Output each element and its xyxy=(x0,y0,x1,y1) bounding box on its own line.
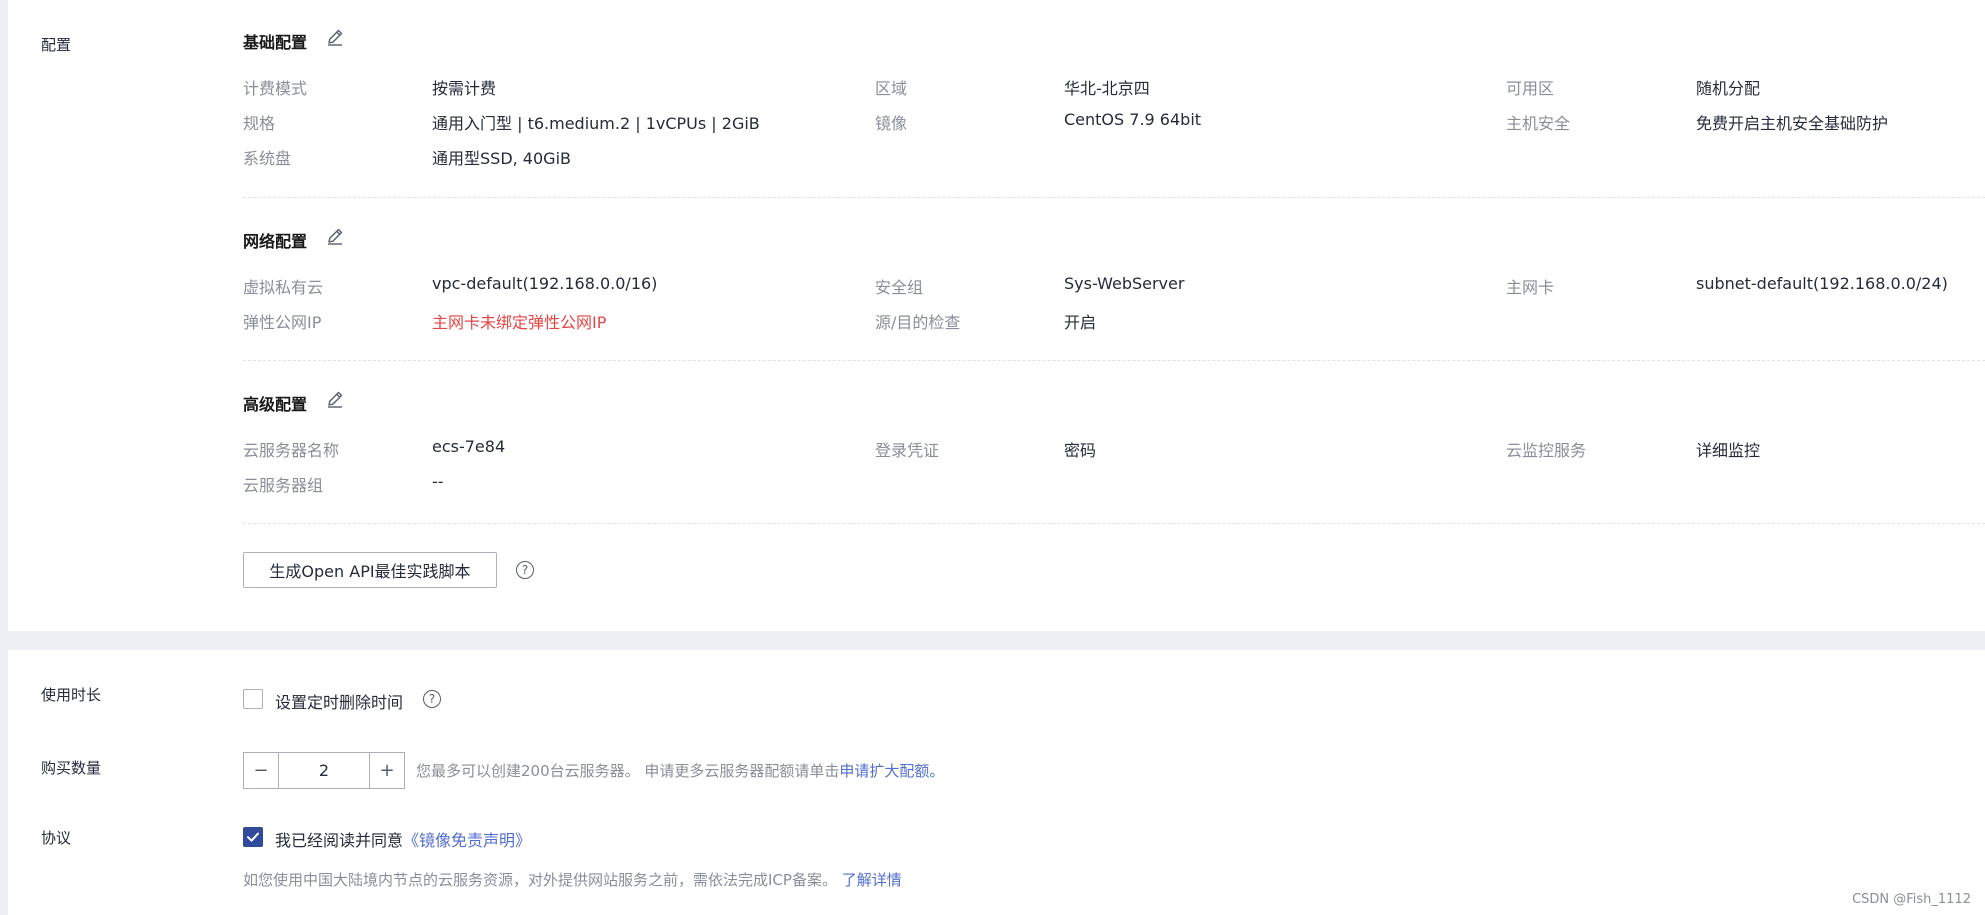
vpc-label: 虚拟私有云 xyxy=(243,278,324,297)
agreement-statement[interactable]: 我已经阅读并同意 xyxy=(275,831,403,850)
region-value: 华北-北京四 xyxy=(1064,79,1150,98)
duration-label: 使用时长 xyxy=(41,686,102,704)
security-group-label: 安全组 xyxy=(875,278,924,297)
hss-label: 主机安全 xyxy=(1506,114,1571,133)
scheduled-delete-checkbox[interactable] xyxy=(243,689,263,709)
icp-note-text: 如您使用中国大陆境内节点的云服务资源，对外提供网站服务之前，需依法完成ICP备案… xyxy=(243,871,837,889)
login-credential-value: 密码 xyxy=(1064,441,1097,460)
src-dst-check-label: 源/目的检查 xyxy=(875,313,961,332)
icp-note: 如您使用中国大陆境内节点的云服务资源，对外提供网站服务之前，需依法完成ICP备案… xyxy=(243,869,902,890)
config-side-label: 配置 xyxy=(41,36,72,54)
az-label: 可用区 xyxy=(1506,79,1555,98)
system-disk-value: 通用型SSD, 40GiB xyxy=(432,149,571,168)
quantity-label: 购买数量 xyxy=(41,759,102,777)
flavor-value: 通用入门型 | t6.medium.2 | 1vCPUs | 2GiB xyxy=(432,114,760,133)
api-help-icon[interactable]: ? xyxy=(516,561,534,579)
advanced-config-title: 高级配置 xyxy=(243,395,308,414)
agreement-label: 协议 xyxy=(41,829,72,847)
duration-help-icon[interactable]: ? xyxy=(423,690,441,708)
decrease-button[interactable]: − xyxy=(244,753,279,788)
edit-basic-icon[interactable] xyxy=(325,27,345,47)
increase-button[interactable]: + xyxy=(369,753,404,788)
src-dst-check-value: 开启 xyxy=(1064,313,1097,332)
billing-mode-label: 计费模式 xyxy=(243,79,308,98)
login-credential-label: 登录凭证 xyxy=(875,441,940,460)
vpc-value: vpc-default(192.168.0.0/16) xyxy=(432,274,658,293)
quantity-input[interactable] xyxy=(279,753,369,788)
section-divider xyxy=(243,360,1985,361)
az-value: 随机分配 xyxy=(1696,79,1761,98)
image-value: CentOS 7.9 64bit xyxy=(1064,110,1202,129)
section-divider xyxy=(243,523,1985,524)
cloud-monitor-label: 云监控服务 xyxy=(1506,441,1587,460)
flavor-label: 规格 xyxy=(243,114,276,133)
primary-nic-value: subnet-default(192.168.0.0/24) xyxy=(1696,274,1948,293)
billing-mode-value: 按需计费 xyxy=(432,79,497,98)
region-label: 区域 xyxy=(875,79,908,98)
system-disk-label: 系统盘 xyxy=(243,149,292,168)
scheduled-delete-label[interactable]: 设置定时删除时间 xyxy=(275,689,403,713)
quantity-hint-end: 。 xyxy=(929,762,945,780)
quantity-hint: 您最多可以创建200台云服务器。 申请更多云服务器配额请单击申请扩大配额。 xyxy=(416,760,944,781)
image-disclaimer-link[interactable]: 《镜像免责声明》 xyxy=(403,831,531,850)
security-group-value: Sys-WebServer xyxy=(1064,274,1185,293)
watermark: CSDN @Fish_1112 xyxy=(1852,892,1971,907)
agreement-checkbox[interactable] xyxy=(243,827,263,847)
server-group-label: 云服务器组 xyxy=(243,476,324,495)
edit-network-icon[interactable] xyxy=(325,226,345,246)
quantity-hint-text: 您最多可以创建200台云服务器。 申请更多云服务器配额请单击 xyxy=(416,762,840,780)
server-name-label: 云服务器名称 xyxy=(243,441,340,460)
basic-config-title: 基础配置 xyxy=(243,33,308,52)
request-quota-link[interactable]: 申请扩大配额 xyxy=(839,762,929,780)
network-config-title: 网络配置 xyxy=(243,232,308,251)
section-divider xyxy=(243,197,1985,198)
eip-value: 主网卡未绑定弹性公网IP xyxy=(432,313,607,332)
primary-nic-label: 主网卡 xyxy=(1506,278,1555,297)
agreement-text: 我已经阅读并同意《镜像免责声明》 xyxy=(275,827,531,851)
hss-value: 免费开启主机安全基础防护 xyxy=(1696,114,1889,133)
checkmark-icon xyxy=(247,832,259,842)
server-name-value: ecs-7e84 xyxy=(432,437,506,456)
server-group-value: -- xyxy=(432,472,444,491)
edit-advanced-icon[interactable] xyxy=(325,389,345,409)
cloud-monitor-value: 详细监控 xyxy=(1696,441,1761,460)
eip-label: 弹性公网IP xyxy=(243,313,322,332)
quantity-stepper: − + xyxy=(243,752,405,789)
image-label: 镜像 xyxy=(875,114,908,133)
learn-more-link[interactable]: 了解详情 xyxy=(842,871,902,889)
generate-api-script-button[interactable]: 生成Open API最佳实践脚本 xyxy=(243,552,497,588)
